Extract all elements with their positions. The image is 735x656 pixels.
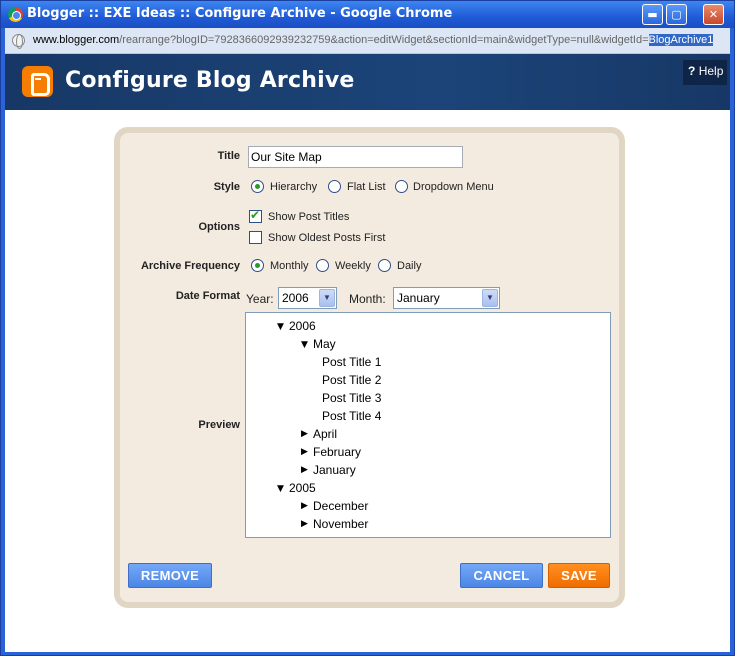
tree-item-2006[interactable]: 2006 — [289, 319, 316, 333]
month-select-value: January — [397, 291, 440, 305]
preview-label: Preview — [198, 419, 240, 431]
page-title: Configure Blog Archive — [65, 68, 355, 93]
year-select-value: 2006 — [282, 291, 309, 305]
url-host: www.blogger.com — [33, 34, 120, 46]
frequency-weekly-radio[interactable] — [316, 259, 329, 272]
options-label: Options — [198, 221, 240, 233]
expanded-triangle-icon[interactable]: ▼ — [301, 340, 308, 350]
year-select[interactable]: 2006 ▼ — [278, 287, 337, 309]
save-button[interactable]: SAVE — [548, 563, 610, 588]
month-label: Month: — [349, 292, 386, 306]
frequency-monthly-label: Monthly — [270, 260, 309, 272]
tree-item-december[interactable]: December — [313, 499, 368, 513]
blogger-logo-icon — [22, 66, 53, 97]
page-content: Configure Blog Archive ? Help Title Our … — [5, 54, 730, 652]
frequency-weekly-label: Weekly — [335, 260, 371, 272]
frequency-daily-label: Daily — [397, 260, 422, 272]
chrome-icon — [8, 7, 23, 22]
tree-item-november[interactable]: November — [313, 517, 368, 531]
url-text[interactable]: www.blogger.com/rearrange?blogID=7928366… — [33, 34, 714, 46]
expanded-triangle-icon[interactable]: ▼ — [277, 322, 284, 332]
expanded-triangle-icon[interactable]: ▼ — [277, 484, 284, 494]
post-title-link[interactable]: Post Title 1 — [322, 355, 381, 369]
style-flat-list-label: Flat List — [347, 181, 386, 193]
page-header: Configure Blog Archive ? Help — [5, 54, 730, 110]
close-icon[interactable]: ✕ — [703, 4, 724, 25]
month-select[interactable]: January ▼ — [393, 287, 500, 309]
show-oldest-first-label: Show Oldest Posts First — [268, 232, 386, 244]
browser-window: Blogger :: EXE Ideas :: Configure Archiv… — [0, 0, 735, 656]
year-label: Year: — [246, 292, 274, 306]
title-label: Title — [217, 150, 240, 162]
minimize-icon[interactable]: ▬ — [642, 4, 663, 25]
style-flat-list-radio[interactable] — [328, 180, 341, 193]
chevron-down-icon: ▼ — [482, 289, 498, 307]
title-bar: Blogger :: EXE Ideas :: Configure Archiv… — [1, 1, 734, 28]
tree-item-february[interactable]: February — [313, 445, 361, 459]
style-hierarchy-radio[interactable] — [251, 180, 264, 193]
url-path: /rearrange?blogID=7928366092939232759&ac… — [119, 34, 649, 46]
maximize-icon[interactable]: ▢ — [666, 4, 687, 25]
style-dropdown-radio[interactable] — [395, 180, 408, 193]
config-panel: Title Our Site Map Style Hierarchy Flat … — [114, 127, 625, 608]
help-button[interactable]: ? Help — [683, 60, 727, 85]
collapsed-triangle-icon[interactable]: ▶ — [301, 501, 308, 511]
frequency-monthly-radio[interactable] — [251, 259, 264, 272]
frequency-daily-radio[interactable] — [378, 259, 391, 272]
remove-button[interactable]: REMOVE — [128, 563, 212, 588]
help-label: Help — [698, 64, 724, 78]
globe-icon — [12, 34, 25, 49]
style-label: Style — [213, 181, 240, 193]
tree-item-april[interactable]: April — [313, 427, 337, 441]
help-question-icon: ? — [688, 64, 696, 78]
post-title-link[interactable]: Post Title 2 — [322, 373, 381, 387]
collapsed-triangle-icon[interactable]: ▶ — [301, 429, 308, 439]
tree-item-may[interactable]: May — [313, 337, 336, 351]
address-bar[interactable]: www.blogger.com/rearrange?blogID=7928366… — [5, 28, 730, 54]
style-dropdown-label: Dropdown Menu — [413, 181, 494, 193]
show-post-titles-label: Show Post Titles — [268, 211, 350, 223]
post-title-link[interactable]: Post Title 3 — [322, 391, 381, 405]
archive-preview: ▼ 2006 ▼ May Post Title 1 Post Title 2 P… — [245, 312, 611, 538]
tree-item-january[interactable]: January — [313, 463, 356, 477]
url-selection: BlogArchive1 — [648, 34, 714, 46]
chevron-down-icon: ▼ — [319, 289, 335, 307]
post-title-link[interactable]: Post Title 4 — [322, 409, 381, 423]
collapsed-triangle-icon[interactable]: ▶ — [301, 447, 308, 457]
collapsed-triangle-icon[interactable]: ▶ — [301, 465, 308, 475]
title-input[interactable]: Our Site Map — [248, 146, 463, 168]
tree-item-2005[interactable]: 2005 — [289, 481, 316, 495]
show-post-titles-checkbox[interactable] — [249, 208, 262, 223]
show-oldest-first-checkbox[interactable] — [249, 231, 262, 244]
collapsed-triangle-icon[interactable]: ▶ — [301, 519, 308, 529]
date-format-label: Date Format — [175, 290, 240, 302]
style-hierarchy-label: Hierarchy — [270, 181, 318, 193]
cancel-button[interactable]: CANCEL — [460, 563, 543, 588]
window-title: Blogger :: EXE Ideas :: Configure Archiv… — [27, 6, 453, 21]
frequency-label: Archive Frequency — [140, 260, 240, 272]
